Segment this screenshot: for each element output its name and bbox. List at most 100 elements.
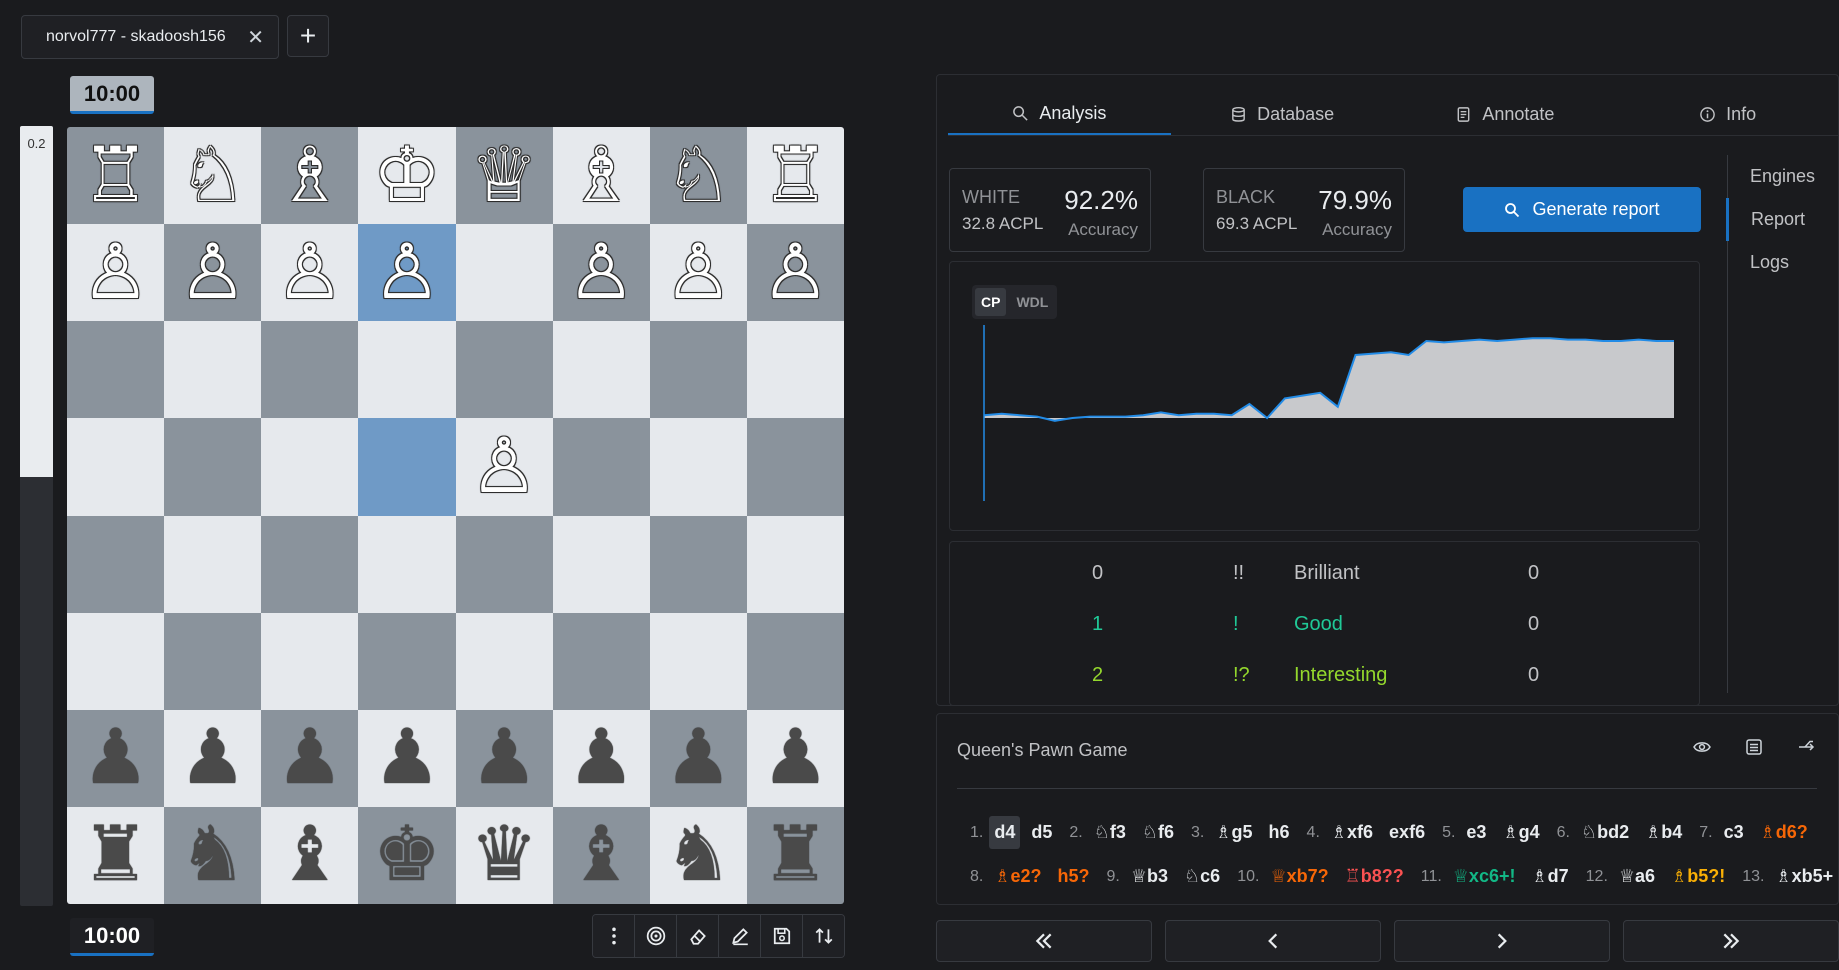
square-h4[interactable] [67,418,165,516]
black-piece-f7[interactable]: ♟ [276,720,344,796]
square-f2[interactable]: ♙ [261,224,359,322]
black-piece-d7[interactable]: ♟ [470,720,538,796]
square-d7[interactable]: ♟ [455,709,553,807]
white-piece-e2[interactable]: ♙ [373,234,441,311]
generate-report-button[interactable]: Generate report [1463,187,1701,232]
graph-mode-wdl[interactable]: WDL [1010,288,1054,316]
move[interactable]: h6 [1264,816,1295,849]
white-piece-c1[interactable]: ♗ [567,137,635,214]
black-piece-e7[interactable]: ♟ [373,720,441,796]
move[interactable]: ♗d6? [1755,816,1813,849]
square-g8[interactable]: ♞ [164,806,262,904]
square-h1[interactable]: ♖ [67,127,165,225]
move[interactable]: ♕xb7? [1265,860,1333,893]
square-g6[interactable] [164,612,262,710]
move[interactable]: ♕a6 [1614,860,1660,893]
next-move-button[interactable] [1394,920,1610,962]
square-f5[interactable] [261,515,359,613]
square-f7[interactable]: ♟ [261,709,359,807]
chess-board[interactable]: ♖ ♘ ♗ ♔ ♕ ♗ ♘ ♖ ♙ ♙ ♙ ♙ ♙ ♙ ♙ ♙ ♟ ♟ ♟ ♟ ♟ ♟ ♟ ♟ ♜ ♞ ♝ ♚ ♛ ♝ ♞ ♜ [67,127,844,904]
branch-icon[interactable] [1797,738,1815,756]
square-a8[interactable]: ♜ [746,806,844,904]
white-piece-a2[interactable]: ♙ [761,234,829,311]
square-e8[interactable]: ♚ [358,806,456,904]
black-piece-f8[interactable]: ♝ [276,817,344,893]
square-h3[interactable] [67,321,165,419]
square-a4[interactable] [746,418,844,516]
square-h7[interactable]: ♟ [67,709,165,807]
square-b2[interactable]: ♙ [649,224,747,322]
square-a3[interactable] [746,321,844,419]
square-d2[interactable] [455,224,553,322]
white-piece-b2[interactable]: ♙ [664,234,732,311]
square-h8[interactable]: ♜ [67,806,165,904]
square-b7[interactable]: ♟ [649,709,747,807]
move[interactable]: ♗g4 [1497,816,1544,849]
square-a5[interactable] [746,515,844,613]
square-e5[interactable] [358,515,456,613]
black-piece-h7[interactable]: ♟ [81,720,149,796]
square-g4[interactable] [164,418,262,516]
tab-annotate[interactable]: Annotate [1394,94,1617,135]
save-button[interactable] [761,915,803,957]
side-tab-logs[interactable]: Logs [1728,241,1839,284]
square-c6[interactable] [552,612,650,710]
square-a1[interactable]: ♖ [746,127,844,225]
move[interactable]: ♕xc6+! [1448,860,1521,893]
square-e3[interactable] [358,321,456,419]
black-piece-g8[interactable]: ♞ [179,817,247,893]
move[interactable]: ♗xf6 [1326,816,1378,849]
square-c1[interactable]: ♗ [552,127,650,225]
move[interactable]: ♗b5?! [1666,860,1730,893]
square-b4[interactable] [649,418,747,516]
square-c7[interactable]: ♟ [552,709,650,807]
square-e7[interactable]: ♟ [358,709,456,807]
move[interactable]: ♘c6 [1179,860,1225,893]
white-piece-c2[interactable]: ♙ [567,234,635,311]
square-d3[interactable] [455,321,553,419]
square-c8[interactable]: ♝ [552,806,650,904]
white-piece-f2[interactable]: ♙ [276,234,344,311]
side-tab-engines[interactable]: Engines [1728,155,1839,198]
move[interactable]: ♘f3 [1089,816,1131,849]
black-piece-e8[interactable]: ♚ [373,817,441,893]
white-piece-g1[interactable]: ♘ [179,137,247,214]
square-c3[interactable] [552,321,650,419]
move[interactable]: ♘f6 [1137,816,1179,849]
square-g1[interactable]: ♘ [164,127,262,225]
square-b3[interactable] [649,321,747,419]
move[interactable]: e3 [1461,816,1491,849]
square-f6[interactable] [261,612,359,710]
square-a2[interactable]: ♙ [746,224,844,322]
square-f3[interactable] [261,321,359,419]
new-tab-button[interactable]: + [287,15,329,57]
black-piece-g7[interactable]: ♟ [179,720,247,796]
move[interactable]: ♗xb5+ [1770,860,1838,893]
close-icon[interactable]: ✕ [247,25,264,50]
black-piece-a8[interactable]: ♜ [761,817,829,893]
tab-database[interactable]: Database [1171,94,1394,135]
square-e6[interactable] [358,612,456,710]
black-piece-h8[interactable]: ♜ [81,817,149,893]
tab-info[interactable]: Info [1616,94,1839,135]
list-icon[interactable] [1745,738,1763,756]
side-tab-report[interactable]: Report [1726,198,1839,241]
move[interactable]: ♕b3 [1126,860,1173,893]
square-d4[interactable]: ♙ [455,418,553,516]
first-move-button[interactable] [936,920,1152,962]
square-f1[interactable]: ♗ [261,127,359,225]
eye-icon[interactable] [1693,738,1711,756]
move[interactable]: exf6 [1384,816,1430,849]
white-piece-f1[interactable]: ♗ [276,137,344,214]
target-button[interactable] [635,915,677,957]
square-d5[interactable] [455,515,553,613]
square-g2[interactable]: ♙ [164,224,262,322]
move[interactable]: ♗e2? [989,860,1046,893]
square-f4[interactable] [261,418,359,516]
black-piece-b8[interactable]: ♞ [664,817,732,893]
evaluation-graph[interactable] [974,325,1674,505]
white-piece-d4[interactable]: ♙ [470,428,538,505]
square-h5[interactable] [67,515,165,613]
eraser-button[interactable] [677,915,719,957]
edit-button[interactable] [719,915,761,957]
